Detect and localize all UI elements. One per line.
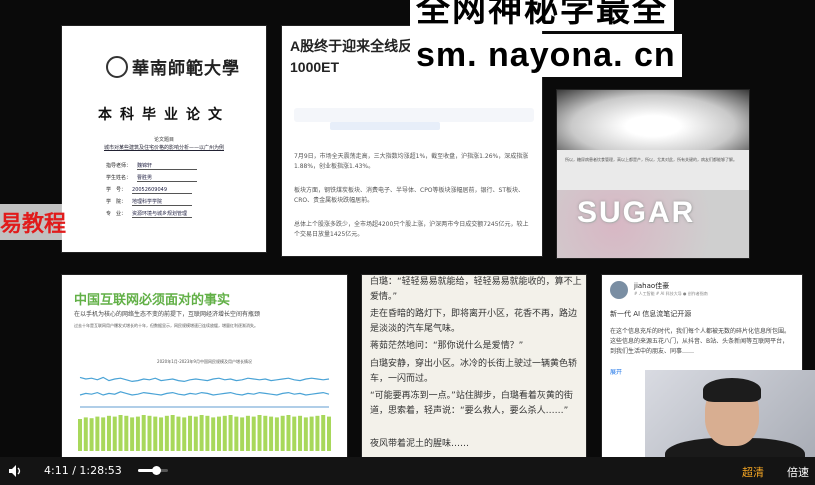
chart-bar (263, 415, 268, 451)
chart-bar (251, 416, 256, 451)
chart-bar (222, 415, 227, 451)
chart-bar (164, 415, 169, 451)
post-tags: # 人工智能 # AI 科技大导 ● 创作者指南 (634, 291, 708, 296)
chart-bar (315, 415, 320, 451)
chart-bar (274, 417, 279, 451)
avatar (610, 281, 628, 299)
chart-bar (240, 417, 245, 451)
tutorial-label: 易教程 (0, 204, 73, 240)
playback-time: 4:11 / 1:28:53 (44, 464, 122, 477)
chart-bar (292, 416, 297, 451)
chart-bar (193, 416, 198, 451)
novel-page-card: 白璐：“轻轻易易就能给，轻轻易易就能收的，算不上爱情。” 走在昏暗的路灯下，即将… (362, 275, 586, 457)
chart-bar (101, 417, 106, 451)
university-logo: 華南師範大學 (106, 54, 240, 79)
report-chart (78, 376, 331, 451)
chart-bar (153, 416, 158, 451)
article-follow-button (330, 122, 440, 130)
report-chart-caption: 2020年1月-2023年9月中国网民规模及用户增长情况 (157, 359, 252, 364)
volume-slider[interactable] (138, 466, 168, 475)
chart-bar (234, 416, 239, 451)
report-title: 中国互联网必须面对的事实 (74, 292, 231, 307)
chart-bar (141, 415, 146, 451)
thesis-topic: 城市对某些建筑及住宅价格的影响分析——以广州为例 (103, 145, 224, 151)
player-control-bar: 4:11 / 1:28:53 超清 倍速 (0, 457, 815, 485)
watermark-url: sm. nayona. cn (410, 34, 682, 77)
speed-button[interactable]: 倍速 (787, 464, 809, 480)
thesis-title: 本科毕业论文 (98, 107, 230, 123)
novel-paragraph: 白璐安静，穿出小区。冰冷的长街上驶过一辆黄色轿车，一闪而过。 (370, 359, 578, 384)
thesis-row: 指导老师： 魏锦轩 (106, 162, 198, 170)
volume-icon[interactable] (8, 464, 24, 478)
webcam-overlay (645, 370, 815, 457)
chart-bar (124, 415, 129, 451)
chart-bar (228, 415, 233, 451)
quality-button[interactable]: 超清 (742, 464, 764, 480)
post-headline: 新一代 AI 信息流笔记开源 (610, 310, 692, 318)
thesis-row: 学 院： 地理科学学院 (106, 198, 193, 206)
article-paragraph: 板块方面，钢铁煤炭板块、消费电子、半导体、CPO等板块涨幅居前，银行、ST板块、… (294, 187, 525, 204)
chart-bar (95, 416, 100, 451)
watermark-title: 全网神秘学最全 (410, 0, 674, 31)
chart-bar (112, 416, 117, 451)
chart-bar (309, 416, 314, 451)
article-paragraph: 7月9日，市场全天震荡走高，三大指数均涨超1%，截至收盘，沪指涨1.26%，深成… (294, 153, 529, 170)
chart-bar (216, 416, 221, 451)
chart-bar (130, 417, 135, 451)
thesis-cover-card: 華南師範大學 本科毕业论文 论文题目 城市对某些建筑及住宅价格的影响分析——以广… (62, 26, 266, 252)
chart-bar (147, 415, 152, 451)
university-seal-icon (106, 56, 128, 78)
chart-bar (211, 417, 216, 451)
chart-bar (286, 415, 291, 451)
chart-bar (303, 417, 308, 451)
video-frame[interactable]: 華南師範大學 本科毕业论文 论文题目 城市对某些建筑及住宅价格的影响分析——以广… (0, 0, 815, 457)
chart-bar (89, 418, 94, 451)
chart-bar (188, 415, 193, 451)
chart-series-line (79, 376, 330, 383)
article-paragraph: 总体上个股涨多跌少，全市场超4200只个股上涨，沪深两市今日成交额7245亿元，… (294, 221, 529, 238)
presenter-hair (703, 378, 761, 402)
chart-bar (257, 415, 262, 451)
sugar-word: SUGAR (577, 196, 696, 229)
chart-bar (78, 419, 82, 451)
chart-bar (170, 415, 175, 451)
post-body: 在这个信息充斥的时代，我们每个人都被无数的碎片化信息所包围。这些信息的来源五花八… (610, 328, 791, 355)
post-expand-link: 展开 (610, 369, 623, 376)
sugar-article-card: 所以，糖尿病患者饮食管理，高以上都是产，所以，尤其对此，所有关键的，病友们都能够… (557, 90, 749, 258)
internet-report-card: 中国互联网必须面对的事实 在以手机为核心的网络生态不变的前提下，互联网经济增长空… (62, 275, 347, 457)
chart-bar (159, 417, 164, 451)
chart-bar (205, 415, 210, 451)
chart-bar (245, 415, 250, 451)
novel-paragraph: 白璐：“轻轻易易就能给，轻轻易易就能收的，算不上爱情。” (370, 277, 582, 302)
novel-paragraph: 走在昏暗的路灯下，即将离开小区，花香不再，路边是淡淡的汽车尾气味。 (370, 309, 578, 334)
chart-bar (298, 415, 303, 451)
report-subtitle: 在以手机为核心的网络生态不变的前提下，互联网经济增长空间有瓶颈 (74, 311, 261, 318)
thesis-row: 专 业： 资源环境与城乡规划管理 (106, 210, 193, 218)
chart-bar (199, 415, 204, 451)
chart-bar (135, 416, 140, 451)
chart-bar (118, 415, 123, 451)
chart-bar (269, 416, 274, 451)
chart-bar (280, 415, 285, 451)
report-body: 过去十年是互联网用户爆发式增长的十年，但数据显示，网民规模增速已连续放缓，增量红… (74, 323, 258, 328)
sugar-caption: 所以，糖尿病患者饮食管理，高以上都是产，所以，尤其对此，所有关键的，病友们都能够… (565, 157, 737, 162)
chart-bar (182, 417, 187, 451)
chart-bar (106, 415, 111, 451)
novel-paragraph: 蒋茹茫然地问：“那你说什么是爱情？” (370, 341, 524, 351)
chart-bar (321, 415, 326, 451)
volume-slider-knob[interactable] (152, 466, 161, 475)
sugar-cubes-photo (557, 90, 749, 150)
novel-paragraph: “可能要再冻到一点。”站住脚步，白璐看着灰黄的街道，思索着，轻声说：“要么救人，… (370, 391, 573, 416)
thesis-row: 学生姓名： 曹胜男 (106, 174, 198, 182)
thesis-row: 学 号： 20052609049 (106, 186, 193, 194)
novel-paragraph: 夜风带着泥土的腥味…… (370, 439, 470, 449)
post-author: jiahao佳豪 (634, 282, 670, 290)
chart-bar (327, 416, 331, 451)
chart-series-line (79, 391, 330, 396)
article-meta-bar (294, 108, 534, 122)
thesis-topic-label: 论文题目 (153, 137, 174, 143)
chart-bar (83, 417, 88, 451)
chart-bar (176, 416, 181, 451)
